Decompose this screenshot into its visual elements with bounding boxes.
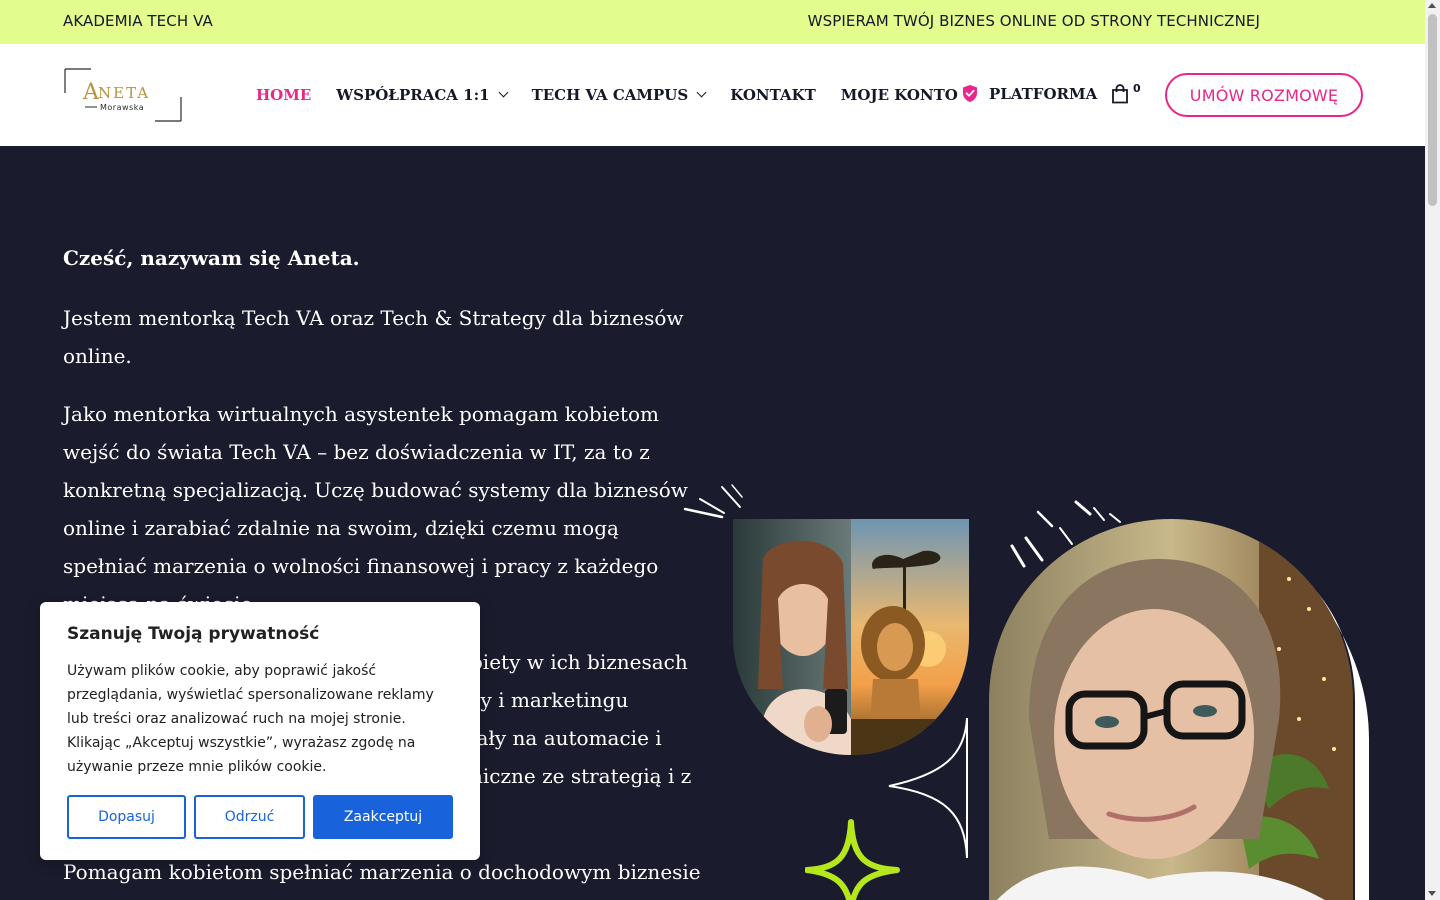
main-navigation: HOME WSPÓŁPRACA 1:1 TECH VA CAMPUS KONTA… (256, 86, 983, 104)
shopping-bag-icon (1112, 84, 1128, 104)
hero-portrait-photo (989, 519, 1369, 900)
hero-intro: Cześć, nazywam się Aneta. (63, 246, 360, 270)
sparkle-star-icon (805, 819, 900, 900)
topbar-left-text: AKADEMIA TECH VA (63, 12, 213, 30)
nav-wspolpraca-label: WSPÓŁPRACA 1:1 (336, 86, 490, 104)
nav-campus-label: TECH VA CAMPUS (531, 86, 689, 104)
scrollbar-thumb[interactable] (1428, 14, 1437, 206)
svg-text:Morawska: Morawska (100, 103, 144, 112)
book-call-button[interactable]: UMÓW ROZMOWĘ (1165, 73, 1363, 117)
shield-check-icon (963, 85, 977, 102)
top-announcement-bar: AKADEMIA TECH VA WSPIERAM TWÓJ BIZNES ON… (0, 0, 1425, 44)
nav-home-label: HOME (256, 86, 312, 104)
decorative-strokes (683, 484, 743, 519)
topbar-right-text: WSPIERAM TWÓJ BIZNES ONLINE OD STRONY TE… (807, 12, 1260, 30)
nav-item-kontakt[interactable]: KONTAKT (730, 86, 816, 104)
nav-item-home[interactable]: HOME (256, 86, 311, 104)
page-scrollbar[interactable] (1425, 0, 1440, 900)
chevron-down-icon (498, 87, 509, 98)
chevron-down-icon (696, 87, 707, 98)
scroll-up-arrow-icon[interactable] (1428, 3, 1436, 8)
svg-text:NETA: NETA (98, 84, 150, 102)
cookie-title: Szanuję Twoją prywatność (67, 624, 320, 644)
platform-label: PLATFORMA (989, 84, 1098, 103)
cookie-consent-dialog: Szanuję Twoją prywatność Używam plików c… (40, 602, 480, 860)
nav-item-moje-konto[interactable]: MOJE KONTO (841, 86, 958, 104)
nav-item-wspolpraca[interactable]: WSPÓŁPRACA 1:1 (336, 86, 509, 104)
nav-kontakt-label: KONTAKT (730, 86, 816, 104)
hero-paragraph-1: Jestem mentorką Tech VA oraz Tech & Stra… (63, 306, 684, 368)
cookie-reject-button[interactable]: Odrzuć (194, 795, 305, 839)
cookie-description: Używam plików cookie, aby poprawić jakoś… (67, 663, 434, 775)
hero-paragraph-2: Jako mentorka wirtualnych asystentek pom… (63, 402, 688, 616)
site-header: A NETA Morawska HOME WSPÓŁPRACA 1:1 TECH… (0, 44, 1425, 146)
hero-paragraph-3: biety w ich biznesach ży i marketingu ła… (470, 650, 692, 788)
nav-item-campus[interactable]: TECH VA CAMPUS (531, 86, 707, 104)
site-logo[interactable]: A NETA Morawska (63, 67, 183, 123)
cookie-accept-button[interactable]: Zaakceptuj (313, 795, 453, 839)
nav-moje-konto-label: MOJE KONTO (840, 86, 958, 104)
platform-link[interactable]: PLATFORMA (961, 84, 1097, 103)
cart-count-badge: 0 (1133, 82, 1141, 95)
cart-button[interactable]: 0 (1111, 82, 1141, 108)
scroll-down-arrow-icon[interactable] (1428, 891, 1436, 896)
cookie-customize-button[interactable]: Dopasuj (67, 795, 186, 839)
